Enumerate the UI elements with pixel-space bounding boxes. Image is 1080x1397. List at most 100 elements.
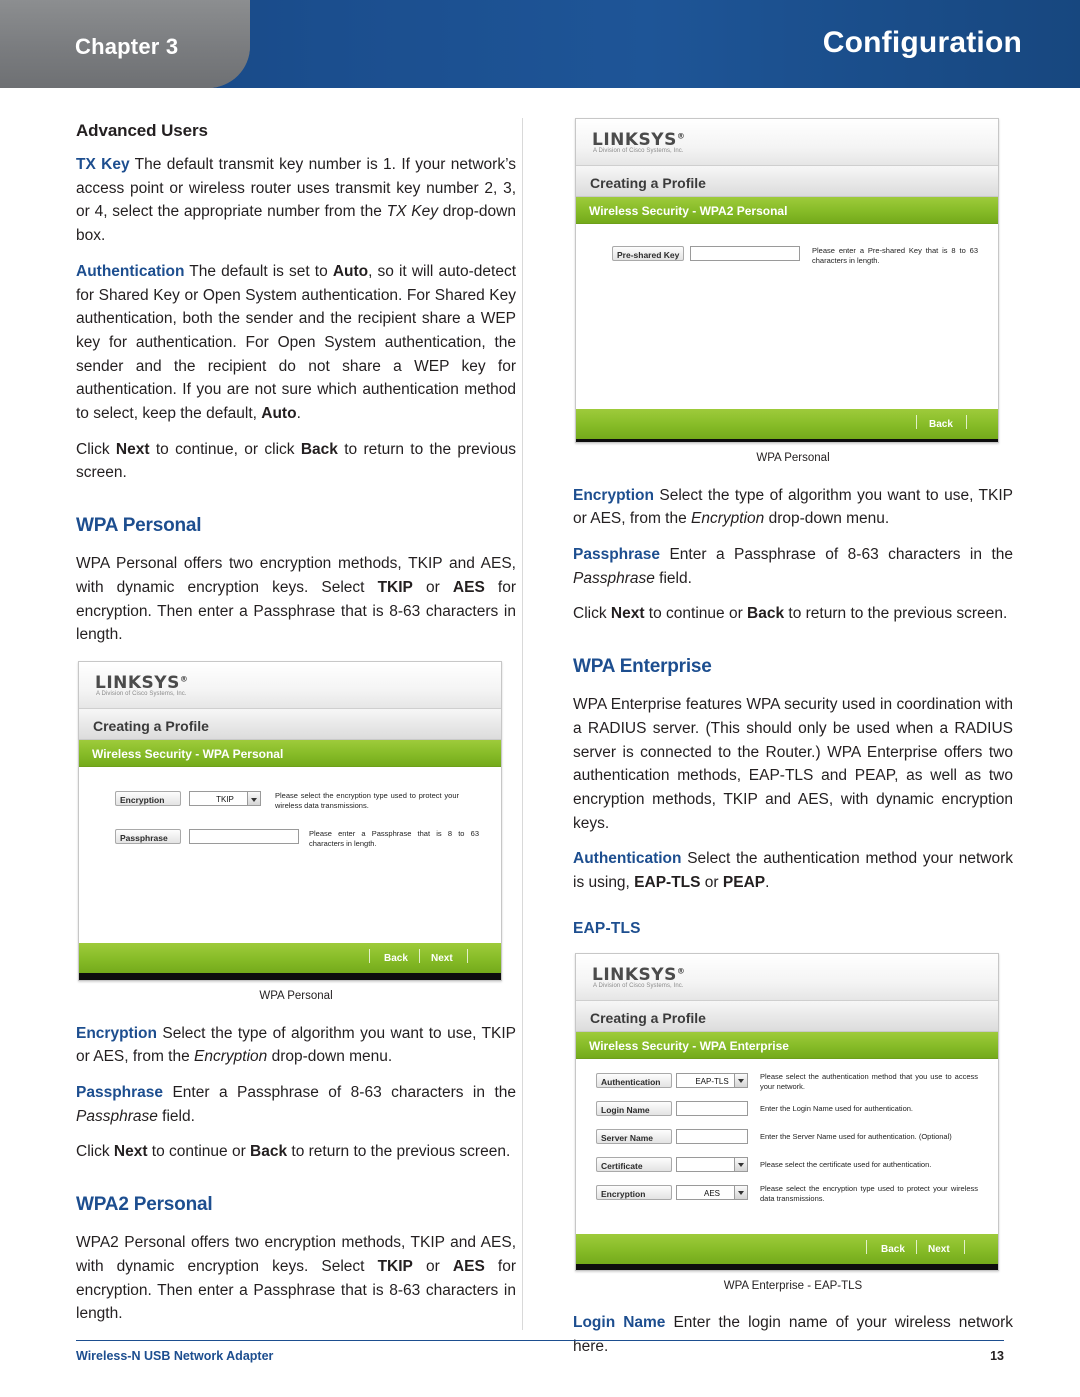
button-separator-right-3	[964, 1239, 965, 1254]
section-title: Wireless Security - WPA Personal	[92, 747, 284, 762]
button-separator-left	[369, 949, 370, 964]
next-bold-2: Next	[113, 1143, 148, 1161]
next-bold-3: Next	[610, 605, 645, 623]
authentication-value: EAP-TLS	[695, 1076, 729, 1086]
keyword-passphrase-left: Passphrase	[76, 1084, 164, 1102]
chevron-down-icon-cert[interactable]	[734, 1157, 747, 1171]
click-a-2: Click	[76, 1143, 114, 1161]
paragraph-passphrase-right: Passphrase Enter a Passphrase of 8-63 ch…	[573, 543, 1013, 590]
next-bold-1: Next	[115, 440, 150, 458]
left-column: Advanced Users TX Key The default transm…	[76, 118, 516, 1338]
enc-left-b: drop-down menu.	[267, 1048, 393, 1066]
paragraph-authentication: Authentication The default is set to Aut…	[76, 260, 516, 426]
window-title-2: Creating a Profile	[590, 175, 706, 191]
field-label-passphrase: Passphrase	[115, 829, 181, 845]
field-input-server-name[interactable]	[676, 1128, 748, 1144]
keyword-tx-key: TX Key	[76, 156, 130, 173]
field-input-login-name[interactable]	[676, 1100, 748, 1116]
heading-wpa-personal: WPA Personal	[76, 515, 202, 537]
field-desc-login-name: Enter the Login Name used for authentica…	[760, 1103, 914, 1113]
back-button-3[interactable]: Back	[881, 1242, 905, 1257]
auth-text-a: The default is set to	[184, 262, 333, 280]
enc-right-italic: Encryption	[691, 510, 765, 528]
pass-right-italic: Passphrase	[573, 569, 655, 587]
footer-page-number: 13	[990, 1349, 1004, 1363]
section-title-3: Wireless Security - WPA Enterprise	[589, 1038, 789, 1053]
button-bar-3: Back Next	[576, 1233, 998, 1264]
heading-wpa-enterprise: WPA Enterprise	[573, 656, 712, 678]
window-title-bar-2: Creating a Profile	[576, 166, 998, 197]
field-input-preshared-key[interactable]	[690, 246, 800, 261]
keyword-authentication-right: Authentication	[573, 850, 682, 868]
field-input-passphrase[interactable]	[189, 829, 299, 845]
enc-left-italic: Encryption	[194, 1048, 268, 1066]
next-button-3[interactable]: Next	[928, 1242, 950, 1257]
auth-text-e: .	[296, 405, 301, 423]
field-select-encryption[interactable]: TKIP	[189, 791, 261, 807]
page-title: Configuration	[822, 26, 1022, 59]
pass-left-a: Enter a Passphrase of 8-63 characters in…	[163, 1084, 516, 1102]
next-button[interactable]: Next	[431, 951, 453, 966]
button-separator-left-3	[866, 1239, 867, 1254]
paragraph-login-name: Login Name Enter the login name of your …	[573, 1311, 1013, 1358]
linksys-sublogo-2: A Division of Cisco Systems, Inc.	[593, 148, 684, 154]
field-desc-preshared-key: Please enter a Pre-shared Key that is 8 …	[812, 246, 978, 266]
paragraph-wpa2-personal-body: WPA2 Personal offers two encryption meth…	[76, 1231, 516, 1326]
paragraph-authentication-right: Authentication Select the authentication…	[573, 847, 1013, 894]
screenshot-wpa-enterprise-eaptls: LINKSYS® A Division of Cisco Systems, In…	[575, 952, 999, 1271]
caption-eaptls: WPA Enterprise - EAP-TLS	[723, 1279, 863, 1292]
button-bar: Back Next	[79, 943, 501, 974]
paragraph-click-next-2: Click Next to continue or Back to return…	[76, 1140, 516, 1164]
paragraph-encryption-right: Encryption Select the type of algorithm …	[573, 484, 1013, 531]
window-title: Creating a Profile	[93, 718, 209, 735]
tx-key-italic: TX Key	[386, 203, 438, 221]
keyword-encryption-left: Encryption	[76, 1024, 157, 1042]
wpa-personal-tkip: TKIP	[377, 578, 413, 596]
screenshot-wpa-personal: LINKSYS® A Division of Cisco Systems, In…	[78, 661, 502, 982]
button-separator-right-2	[966, 415, 967, 429]
caption-wpa-personal: WPA Personal	[259, 990, 333, 1003]
caption-wpa-personal-right: WPA Personal	[756, 452, 830, 464]
linksys-header-bar-3: LINKSYS® A Division of Cisco Systems, In…	[576, 953, 998, 1001]
button-separator-left-2	[916, 415, 917, 429]
heading-advanced-users: Advanced Users	[76, 121, 208, 140]
enc-right-b: drop-down menu.	[764, 510, 890, 528]
paragraph-click-next-right: Click Next to continue or Back to return…	[573, 602, 1013, 626]
field-label-encryption: Encryption	[115, 791, 181, 807]
button-separator-mid	[419, 949, 420, 964]
chevron-down-icon-enc[interactable]	[734, 1185, 747, 1199]
paragraph-wpa-enterprise-body: WPA Enterprise features WPA security use…	[573, 696, 1013, 832]
section-title-2: Wireless Security - WPA2 Personal	[589, 204, 788, 218]
auth-text-c: , so it will auto-detect for Shared Key …	[76, 262, 516, 423]
linksys-header-bar: LINKSYS® A Division of Cisco Systems, In…	[79, 662, 501, 710]
field-select-encryption-ent[interactable]: AES	[676, 1184, 748, 1200]
wpa-personal-or: or	[412, 578, 453, 596]
footer-product-name: Wireless-N USB Network Adapter	[76, 1349, 274, 1363]
click-a-1: Click	[76, 440, 116, 458]
pass-left-b: field.	[157, 1107, 195, 1125]
field-label-authentication: Authentication	[596, 1072, 672, 1088]
form-body: Encryption TKIP Please select the encryp…	[79, 767, 501, 944]
wpa2-personal-tkip: TKIP	[377, 1257, 413, 1275]
field-desc-server-name: Enter the Server Name used for authentic…	[760, 1131, 952, 1141]
field-select-authentication[interactable]: EAP-TLS	[676, 1072, 748, 1088]
pass-left-italic: Passphrase	[76, 1107, 158, 1125]
back-button[interactable]: Back	[384, 951, 408, 966]
chevron-down-icon-auth[interactable]	[734, 1073, 747, 1087]
field-select-certificate[interactable]	[676, 1156, 748, 1172]
heading-wpa2-personal: WPA2 Personal	[76, 1194, 213, 1216]
registered-mark-icon-2: ®	[676, 131, 686, 141]
field-desc-encryption: Please select the encryption type used t…	[275, 791, 459, 811]
chevron-down-icon[interactable]	[247, 792, 260, 806]
screenshot-wpa2-personal: LINKSYS® A Division of Cisco Systems, In…	[575, 118, 999, 443]
paragraph-wpa-personal-body: WPA Personal offers two encryption metho…	[76, 552, 516, 647]
field-desc-authentication: Please select the authentication method …	[760, 1071, 978, 1091]
window-base-3	[576, 1263, 998, 1270]
encryption-value: TKIP	[216, 795, 234, 805]
keyword-authentication: Authentication	[76, 262, 185, 280]
button-separator-right	[467, 949, 468, 964]
back-button-2[interactable]: Back	[929, 417, 953, 432]
field-label-preshared-key: Pre-shared Key	[612, 246, 684, 261]
window-title-bar: Creating a Profile	[79, 709, 501, 741]
paragraph-click-next-1: Click Next to continue, or click Back to…	[76, 438, 516, 485]
